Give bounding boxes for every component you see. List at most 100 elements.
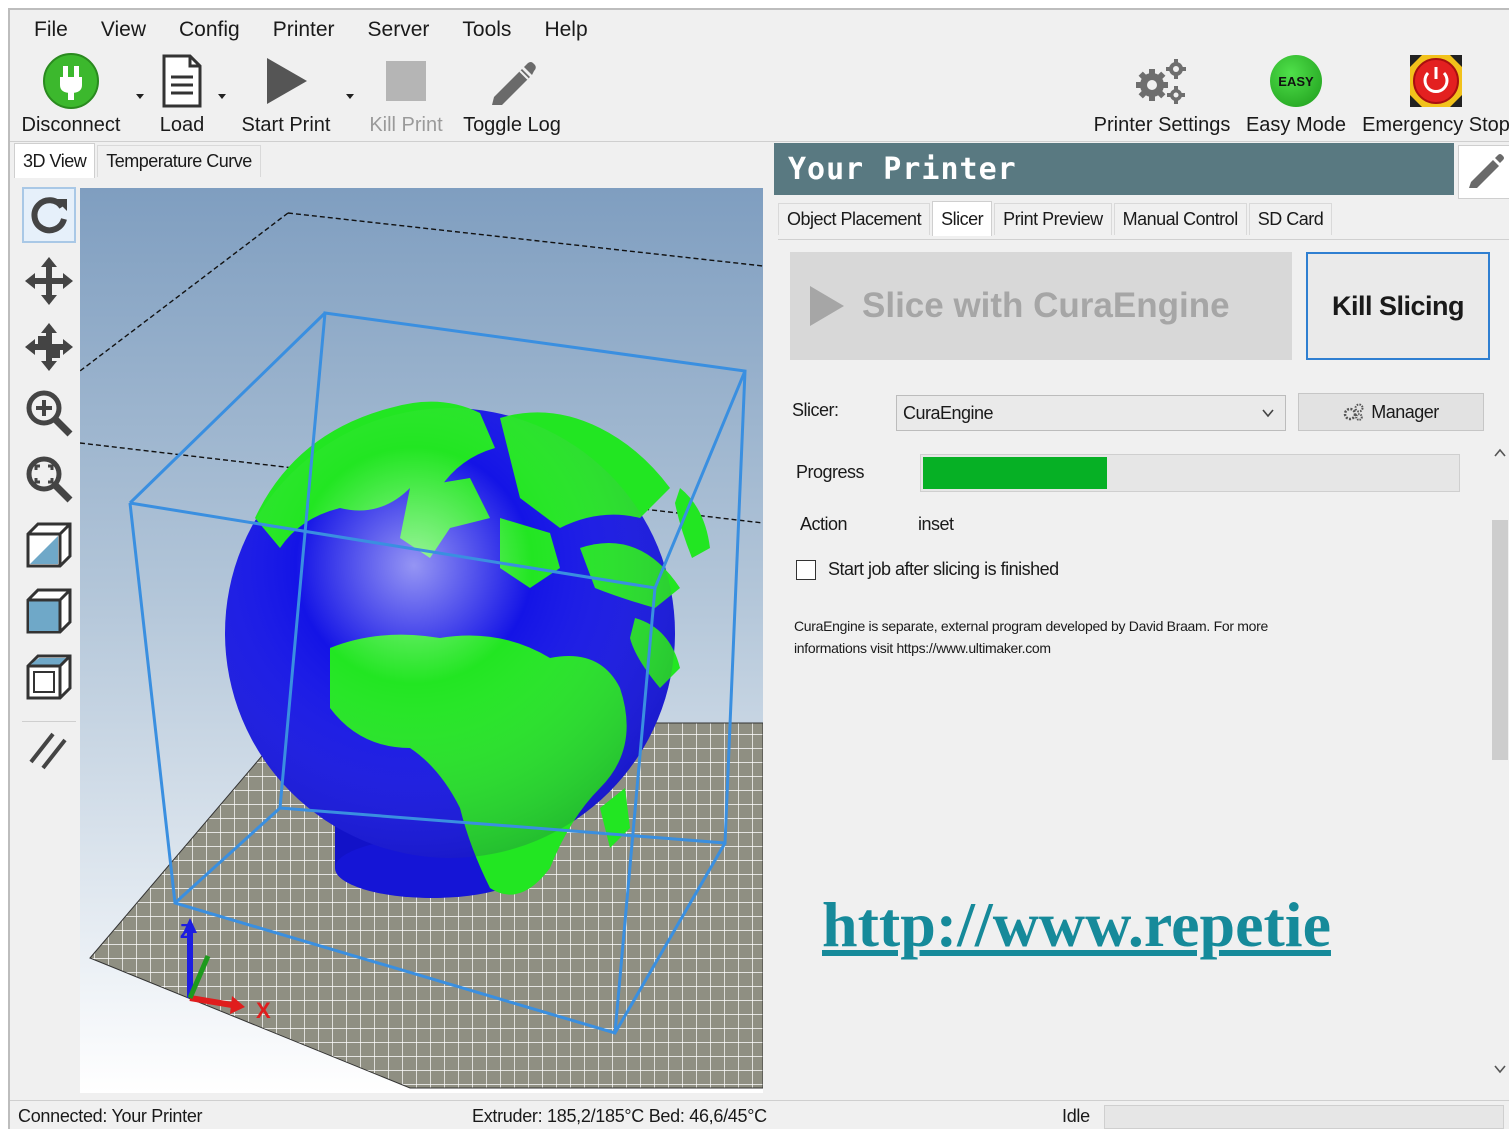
pencil-icon [1468,154,1504,188]
kill-print-label: Kill Print [369,114,443,136]
slicer-scrollbar[interactable] [1489,440,1509,1096]
fit-view-icon[interactable] [22,451,76,507]
slicing-progress-fill [923,457,1107,489]
slice-button-label: Slice with CuraEngine [862,286,1230,325]
slicer-label: Slicer: [792,400,839,420]
3d-viewport[interactable]: X Z [80,188,763,1093]
printer-settings-button[interactable]: Printer Settings [1092,50,1232,142]
main-toolbar: Disconnect Load Start Print Kill Print T… [10,50,1509,142]
action-value: inset [918,514,954,534]
gears-icon [1134,50,1190,112]
disconnect-label: Disconnect [21,114,121,136]
view-toolbar [18,183,80,783]
connect-dropdown-arrow[interactable] [136,94,146,102]
kill-slicing-button[interactable]: Kill Slicing [1306,252,1490,360]
printer-pane: Your Printer Object Placement Slicer Pri… [774,143,1509,1098]
tab-sd-card[interactable]: SD Card [1248,203,1333,235]
menu-server[interactable]: Server [368,18,430,42]
progress-label: Progress [796,462,865,482]
emergency-stop-button[interactable]: Emergency Stop [1362,50,1509,142]
tab-manual-control[interactable]: Manual Control [1113,203,1247,235]
tab-print-preview[interactable]: Print Preview [994,203,1112,235]
emergency-stop-icon [1406,50,1466,112]
scrollbar-thumb[interactable] [1492,520,1508,760]
menu-help[interactable]: Help [544,18,587,42]
emergency-stop-label: Emergency Stop [1362,114,1509,136]
printer-settings-label: Printer Settings [1093,114,1231,136]
slicer-select-value: CuraEngine [903,402,994,423]
website-link[interactable]: http://www.repetie [822,888,1331,962]
connection-status: Connected: Your Printer [18,1106,203,1126]
info-line-1: CuraEngine is separate, external program… [794,618,1268,634]
temperature-status: Extruder: 185,2/185°C Bed: 46,6/45°C [472,1106,767,1126]
plug-icon [42,50,100,112]
kill-print-button[interactable]: Kill Print [366,50,446,142]
toggle-log-button[interactable]: Toggle Log [460,50,564,142]
view-tabs: 3D View Temperature Curve [14,143,263,179]
easy-mode-icon: EASY [1270,50,1322,112]
play-icon [810,286,844,326]
printer-state: Idle [1062,1106,1090,1126]
chevron-up-icon[interactable] [1493,446,1507,460]
start-print-dropdown-arrow[interactable] [346,94,356,102]
manager-label: Manager [1371,401,1439,422]
easy-mode-label: Easy Mode [1245,114,1347,136]
iso-view-icon[interactable] [22,517,76,573]
toolbar-separator [10,141,1509,142]
status-progress-bar [1104,1105,1504,1129]
stop-icon [384,50,428,112]
slicer-select[interactable]: CuraEngine [896,395,1286,431]
slicer-panel: Slice with CuraEngine Kill Slicing Slice… [778,239,1509,1097]
view-pane: 3D View Temperature Curve X Z [10,143,768,1098]
kill-slicing-label: Kill Slicing [1331,290,1465,321]
tab-temperature-curve[interactable]: Temperature Curve [97,145,261,177]
disconnect-button[interactable]: Disconnect [16,50,126,142]
toggle-log-label: Toggle Log [463,114,561,136]
printer-header: Your Printer [774,143,1454,195]
start-job-checkbox[interactable] [796,560,816,580]
gears-icon [1343,403,1364,421]
move-icon[interactable] [22,253,76,309]
start-print-button[interactable]: Start Print [236,50,336,142]
status-bar: Connected: Your Printer Extruder: 185,2/… [10,1100,1509,1129]
pencil-icon [486,50,538,112]
edit-printer-button[interactable] [1458,145,1509,199]
tab-object-placement[interactable]: Object Placement [778,203,931,235]
play-icon [263,50,309,112]
axis-z-label: Z [180,921,192,943]
load-label: Load [159,114,205,136]
load-button[interactable]: Load [150,50,214,142]
chevron-down-icon[interactable] [1493,1062,1507,1076]
easy-badge-text: EASY [1278,73,1314,89]
zoom-icon[interactable] [22,385,76,441]
front-view-icon[interactable] [22,583,76,639]
action-label: Action [800,514,848,534]
start-job-label: Start job after slicing is finished [828,559,1059,579]
tab-3d-view[interactable]: 3D View [14,143,96,178]
info-line-2: informations visit https://www.ultimaker… [794,640,1051,656]
rotate-icon[interactable] [22,187,76,243]
slice-button[interactable]: Slice with CuraEngine [790,252,1292,360]
curaengine-info: CuraEngine is separate, external program… [794,615,1454,659]
menu-bar: File View Config Printer Server Tools He… [10,10,1509,50]
tab-slicer[interactable]: Slicer [932,201,993,236]
menu-view[interactable]: View [101,18,146,42]
printer-name: Your Printer [788,151,1017,187]
document-icon [160,50,204,112]
menu-file[interactable]: File [34,18,68,42]
menu-config[interactable]: Config [179,18,240,42]
parallel-icon[interactable] [22,721,76,777]
slicer-manager-button[interactable]: Manager [1298,393,1484,431]
top-view-icon[interactable] [22,649,76,705]
easy-mode-button[interactable]: EASY Easy Mode [1246,50,1346,142]
slicing-progress-bar [920,454,1460,492]
menu-tools[interactable]: Tools [462,18,511,42]
printer-tabs: Object Placement Slicer Print Preview Ma… [778,201,1334,239]
chevron-down-icon [1262,409,1274,418]
start-print-label: Start Print [241,114,331,136]
axis-x-label: X [256,998,271,1023]
menu-printer[interactable]: Printer [273,18,335,42]
move-object-icon[interactable] [22,319,76,375]
load-dropdown-arrow[interactable] [218,94,228,102]
app-window: File View Config Printer Server Tools He… [8,8,1509,1129]
